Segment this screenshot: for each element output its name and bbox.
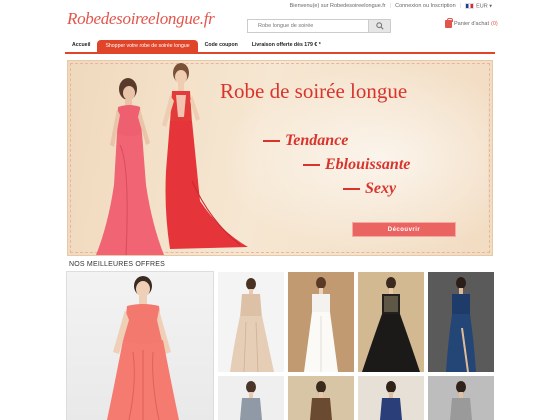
banner-title: Robe de soirée longue: [220, 79, 408, 103]
search-bar: [247, 19, 391, 33]
silver-dress-image: [450, 381, 472, 420]
offer-tile-champagne-dress[interactable]: [218, 272, 284, 372]
banner-line-dazzling: Eblouissante: [303, 156, 410, 174]
currency-label: EUR: [476, 3, 488, 10]
caret-down-icon: ▾: [487, 3, 492, 10]
dash-icon: [263, 140, 280, 143]
cart-link[interactable]: Panier d'achat (0): [445, 17, 498, 28]
search-button[interactable]: [368, 20, 390, 32]
champagne-dress-image: [230, 278, 274, 372]
offer-tile-bronze-dress[interactable]: [288, 376, 354, 420]
welcome-link[interactable]: Bienvenu(e) sur Robedesoireelongue.fr: [290, 3, 386, 9]
dash-icon: [343, 188, 360, 191]
white-dress-image: [304, 277, 338, 372]
royal-dress-image: [380, 381, 402, 420]
banner-line-text: Tendance: [285, 132, 349, 149]
banner-line-sexy: Sexy: [343, 180, 396, 198]
offer-tile-grey-dress[interactable]: [218, 376, 284, 420]
nav-home-label: Accueil: [72, 41, 91, 48]
offer-tile-royal-dress[interactable]: [358, 376, 424, 420]
nav-shop-label: Shopper votre robe de soirée longue: [105, 43, 190, 49]
offer-tile-silver-dress[interactable]: [428, 376, 494, 420]
link-separator: |: [389, 3, 392, 10]
nav-shipping[interactable]: Livraison offerte dès 179 € *: [245, 40, 328, 52]
nav-shop[interactable]: Shopper votre robe de soirée longue: [97, 40, 198, 52]
search-icon: [375, 22, 384, 30]
coral-dress-image: [107, 276, 179, 420]
link-separator: |: [459, 3, 462, 10]
dash-icon: [303, 164, 320, 167]
banner-line-text: Eblouissante: [325, 156, 411, 173]
logo-text: Robedesoireelongue: [67, 9, 200, 28]
grey-dress-image: [240, 381, 262, 420]
navy-dress-image: [446, 277, 476, 372]
nav-coupon[interactable]: Code coupon: [198, 40, 245, 52]
site-logo[interactable]: Robedesoireelongue.fr: [67, 9, 215, 29]
nav-coupon-label: Code coupon: [204, 41, 238, 48]
shopping-bag-icon: [445, 17, 453, 28]
black-dress-image: [362, 277, 420, 372]
offer-tile-black-dress[interactable]: [358, 272, 424, 372]
offer-tile-coral-dress[interactable]: [66, 271, 214, 420]
hero-banner[interactable]: Robe de soirée longue Tendance Eblouissa…: [67, 60, 493, 256]
banner-line-text: Sexy: [365, 180, 397, 197]
offer-tile-white-dress[interactable]: [288, 272, 354, 372]
login-link[interactable]: Connexion ou Inscription: [395, 3, 456, 9]
discover-button[interactable]: Découvrir: [352, 222, 456, 237]
bronze-dress-image: [310, 381, 332, 420]
flag-icon: [465, 3, 475, 9]
banner-line-trendy: Tendance: [263, 132, 348, 150]
top-links: Bienvenu(e) sur Robedesoireelongue.fr | …: [290, 3, 492, 9]
offers-title: NOS MEILLEURES OFFRES: [69, 261, 165, 268]
nav-home[interactable]: Accueil: [65, 40, 97, 52]
logo-domain: .fr: [199, 9, 215, 28]
nav-shipping-label: Livraison offerte dès 179 € *: [251, 41, 321, 48]
currency-selector[interactable]: EUR ▾: [465, 3, 492, 9]
offer-tile-navy-dress[interactable]: [428, 272, 494, 372]
search-input[interactable]: [248, 20, 368, 32]
main-nav: Accueil Shopper votre robe de soirée lon…: [65, 40, 495, 54]
cart-label: Panier d'achat: [454, 21, 489, 27]
cart-count: (0): [491, 21, 498, 27]
